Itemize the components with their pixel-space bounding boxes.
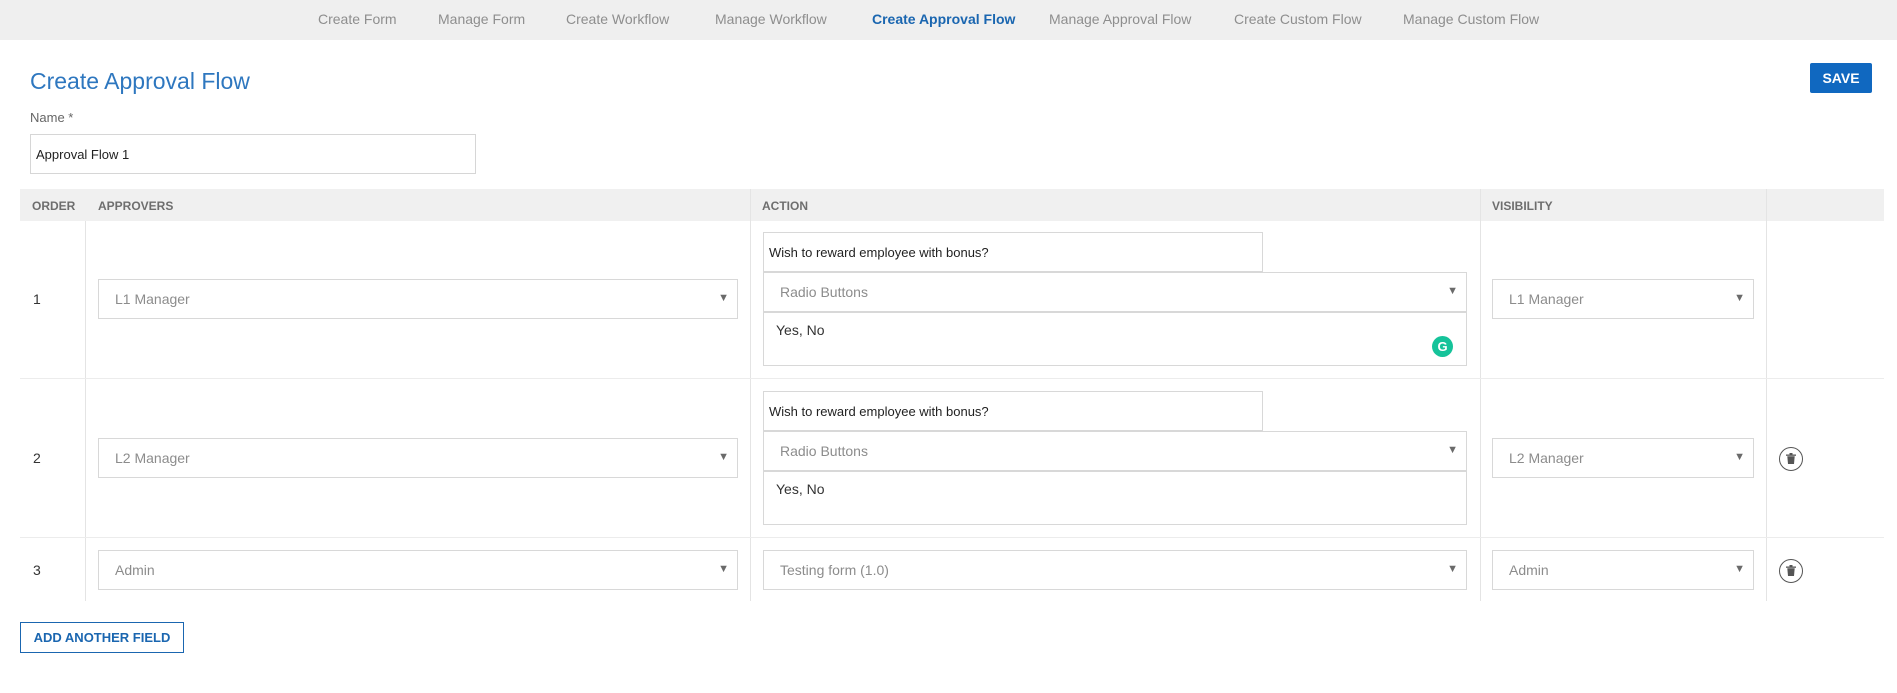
row-order: 2 [33,450,41,466]
action-form-select[interactable]: Testing form (1.0) ▼ [763,550,1467,590]
action-type-select[interactable]: Radio Buttons ▼ [763,272,1467,312]
approver-value: L2 Manager [115,450,190,466]
nav-create-workflow[interactable]: Create Workflow [566,11,669,27]
chevron-down-icon: ▼ [718,292,729,304]
row-divider [20,537,1884,538]
nav-create-form[interactable]: Create Form [318,11,397,27]
header-visibility: VISIBILITY [1492,199,1553,213]
action-type-value: Radio Buttons [780,284,868,300]
row-order: 3 [33,562,41,578]
grammarly-icon[interactable]: G [1432,336,1453,357]
approver-value: L1 Manager [115,291,190,307]
action-options-value: Yes, No [776,481,825,497]
approver-select[interactable]: L1 Manager ▼ [98,279,738,319]
trash-icon [1786,565,1796,576]
nav-create-custom-flow[interactable]: Create Custom Flow [1234,11,1362,27]
column-divider [85,221,86,601]
nav-manage-approval-flow[interactable]: Manage Approval Flow [1049,11,1191,27]
delete-row-button[interactable] [1779,559,1803,583]
chevron-down-icon: ▼ [718,451,729,463]
action-options-textarea[interactable]: Yes, No [763,312,1467,366]
save-button[interactable]: SAVE [1810,63,1872,93]
row-divider [20,378,1884,379]
column-divider [750,189,751,601]
action-options-value: Yes, No [776,322,825,338]
name-input[interactable] [30,134,476,174]
chevron-down-icon: ▼ [1734,292,1745,304]
visibility-select[interactable]: L2 Manager ▼ [1492,438,1754,478]
visibility-select[interactable]: L1 Manager ▼ [1492,279,1754,319]
action-question-input[interactable] [763,391,1263,431]
header-approvers: APPROVERS [98,199,174,213]
row-order: 1 [33,291,41,307]
approver-value: Admin [115,562,155,578]
visibility-value: Admin [1509,562,1549,578]
nav-manage-form[interactable]: Manage Form [438,11,525,27]
action-question-input[interactable] [763,232,1263,272]
nav-manage-custom-flow[interactable]: Manage Custom Flow [1403,11,1539,27]
visibility-select[interactable]: Admin ▼ [1492,550,1754,590]
chevron-down-icon: ▼ [1447,563,1458,575]
visibility-value: L1 Manager [1509,291,1584,307]
chevron-down-icon: ▼ [1734,451,1745,463]
header-order: ORDER [32,199,76,213]
action-type-select[interactable]: Radio Buttons ▼ [763,431,1467,471]
action-form-value: Testing form (1.0) [780,562,889,578]
column-divider [1766,189,1767,601]
top-nav: Create Form Manage Form Create Workflow … [0,0,1897,40]
trash-icon [1786,453,1796,464]
column-divider [1480,189,1481,601]
approver-select[interactable]: L2 Manager ▼ [98,438,738,478]
header-action: ACTION [762,199,808,213]
chevron-down-icon: ▼ [718,563,729,575]
page-title: Create Approval Flow [30,68,250,94]
visibility-value: L2 Manager [1509,450,1584,466]
delete-row-button[interactable] [1779,447,1803,471]
approver-select[interactable]: Admin ▼ [98,550,738,590]
nav-create-approval-flow[interactable]: Create Approval Flow [872,11,1015,27]
action-options-textarea[interactable]: Yes, No [763,471,1467,525]
chevron-down-icon: ▼ [1734,563,1745,575]
chevron-down-icon: ▼ [1447,444,1458,456]
nav-manage-workflow[interactable]: Manage Workflow [715,11,827,27]
chevron-down-icon: ▼ [1447,285,1458,297]
action-type-value: Radio Buttons [780,443,868,459]
table-header [20,189,1884,221]
add-another-field-button[interactable]: ADD ANOTHER FIELD [20,622,184,653]
name-label: Name * [30,110,74,125]
